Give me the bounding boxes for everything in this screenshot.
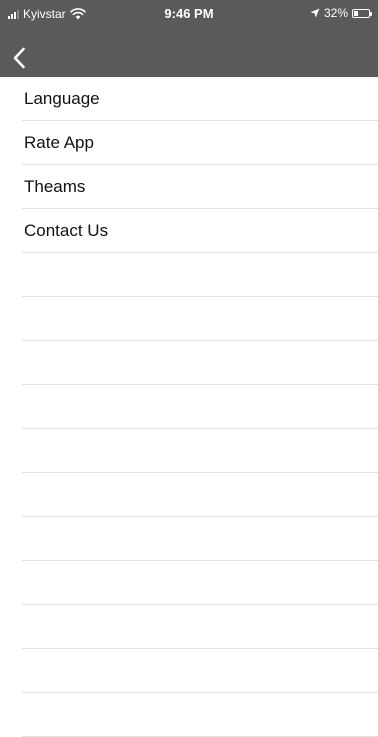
battery-percentage: 32% [323, 6, 348, 20]
empty-row [0, 693, 378, 737]
empty-row [0, 649, 378, 693]
settings-list: Language Rate App Theams Contact Us [0, 77, 378, 737]
empty-row [0, 341, 378, 385]
back-button[interactable] [6, 44, 32, 72]
menu-item-rate-app[interactable]: Rate App [0, 121, 378, 165]
chevron-left-icon [13, 47, 25, 69]
navigation-bar: Kyivstar 9:46 PM 32% [0, 0, 378, 77]
menu-item-label: Rate App [24, 133, 94, 152]
empty-row [0, 605, 378, 649]
empty-row [0, 561, 378, 605]
menu-item-label: Contact Us [24, 221, 109, 240]
empty-row [0, 517, 378, 561]
menu-item-language[interactable]: Language [0, 77, 378, 121]
empty-row [0, 473, 378, 517]
location-arrow-icon [310, 8, 320, 18]
menu-item-label: Theams [24, 177, 86, 196]
empty-row [0, 385, 378, 429]
battery-level [354, 10, 358, 16]
battery-icon [352, 8, 372, 18]
empty-row [0, 253, 378, 297]
menu-item-label: Language [24, 89, 100, 108]
empty-row [0, 429, 378, 473]
status-right: 32% [310, 6, 372, 20]
menu-item-contact-us[interactable]: Contact Us [0, 209, 378, 253]
empty-row [0, 297, 378, 341]
menu-item-theams[interactable]: Theams [0, 165, 378, 209]
